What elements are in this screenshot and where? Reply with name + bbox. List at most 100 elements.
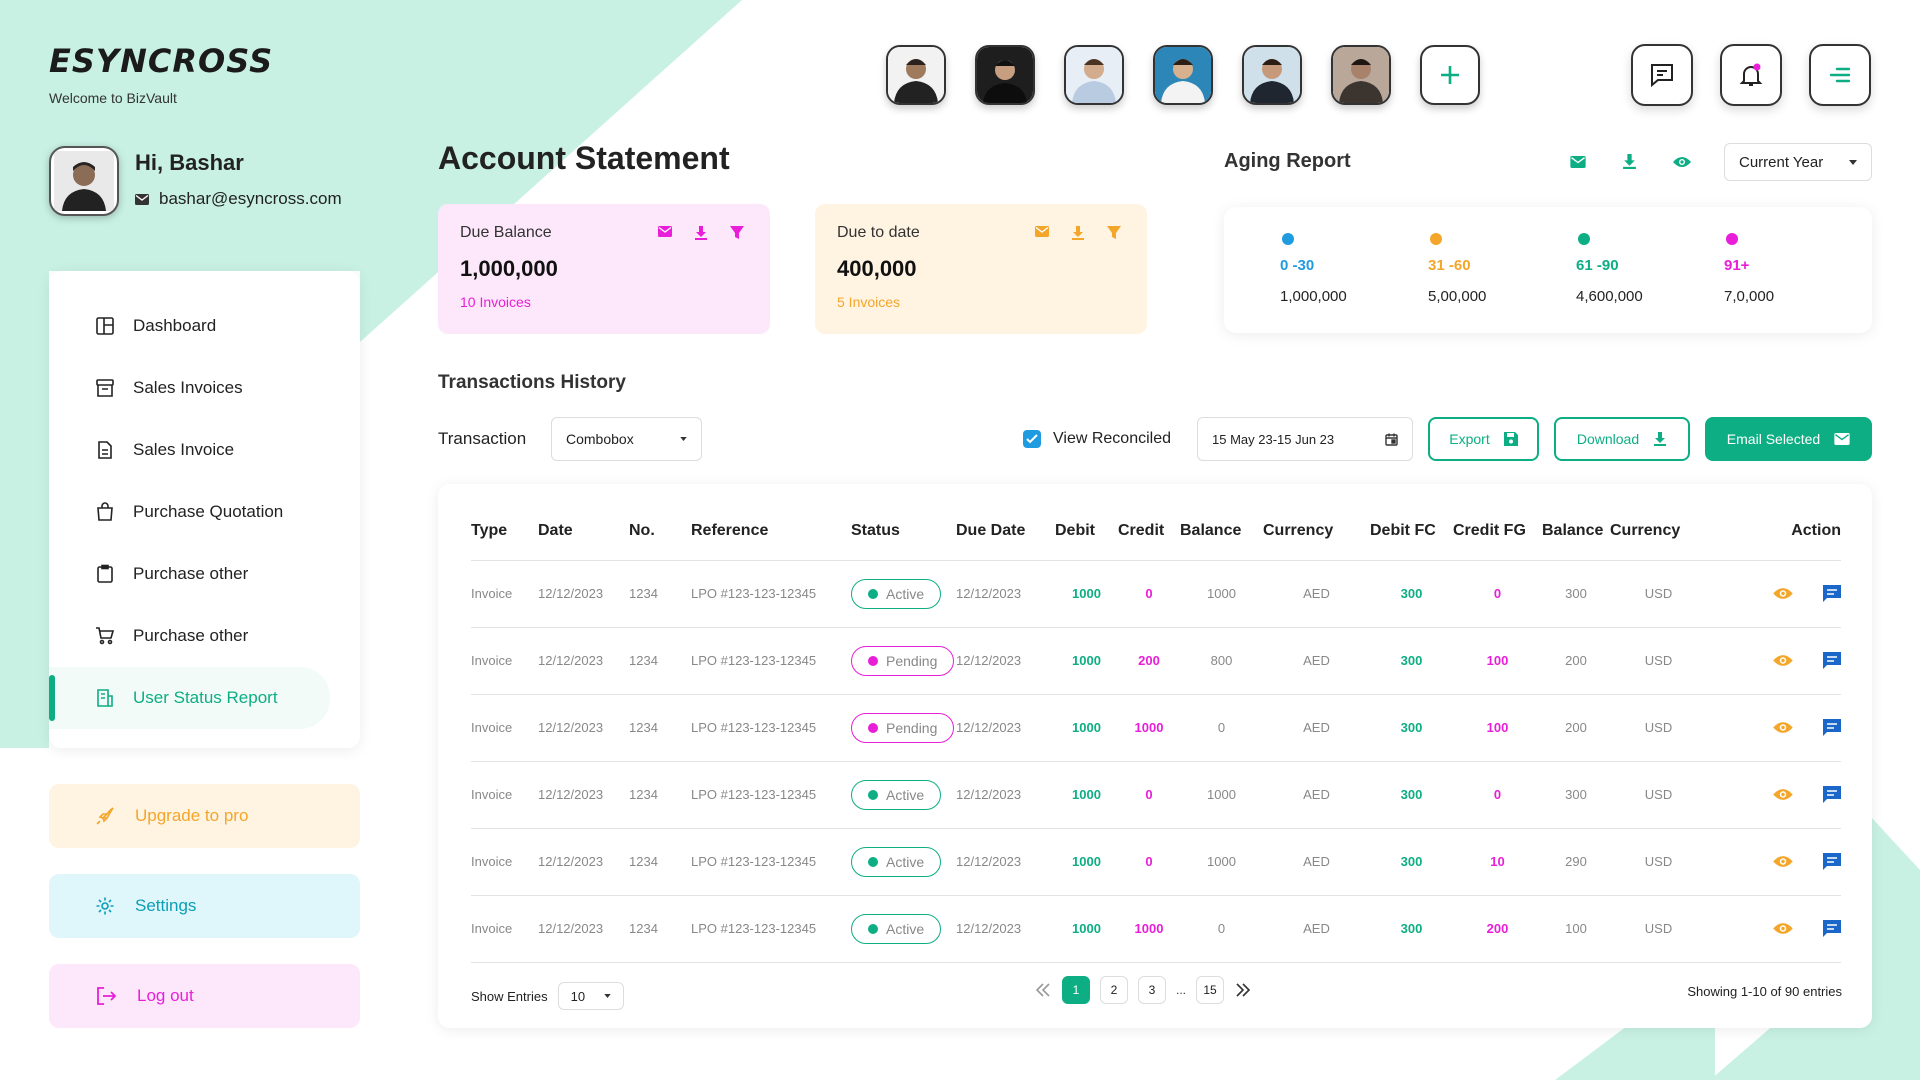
eye-icon[interactable] [1773,922,1793,935]
download-button[interactable]: Download [1554,417,1690,461]
comment-icon[interactable] [1823,852,1841,870]
credit_fc-cell: 0 [1453,560,1542,628]
mail-icon[interactable] [658,226,672,237]
view-reconciled-toggle[interactable]: View Reconciled [1023,430,1171,448]
page-15-button[interactable]: 15 [1196,976,1225,1004]
user-avatar[interactable] [49,146,119,216]
sidebar-item-sales-invoices[interactable]: Sales Invoices [49,357,360,419]
status-dot [868,588,878,599]
filter-icon[interactable] [1107,226,1121,240]
table-row[interactable]: Invoice 12/12/2023 1234 LPO #123-123-12345 A… [471,828,1841,896]
credit_fc-cell: 10 [1453,828,1542,896]
dashboard-icon [96,317,114,335]
sidebar-item-user-status-report[interactable]: User Status Report [49,667,330,729]
date-cell: 12/12/2023 [538,895,629,963]
save-icon [1503,432,1518,446]
status-text: Active [886,585,925,602]
add-member-button[interactable] [1420,45,1480,105]
checkbox-checked[interactable] [1023,430,1041,448]
transaction-combobox[interactable]: Combobox [551,417,702,461]
credit_fc-cell: 200 [1453,895,1542,963]
page-3-button[interactable]: 3 [1138,976,1166,1004]
table-row[interactable]: Invoice 12/12/2023 1234 LPO #123-123-12345 A… [471,895,1841,963]
filter-icon[interactable] [730,226,744,240]
table-row[interactable]: Invoice 12/12/2023 1234 LPO #123-123-12345 A… [471,560,1841,628]
table-row[interactable]: Invoice 12/12/2023 1234 LPO #123-123-12345 A… [471,761,1841,829]
eye-icon[interactable] [1773,721,1793,734]
team-avatar[interactable] [886,45,946,105]
cur2-cell: USD [1610,694,1707,762]
eye-icon[interactable] [1673,156,1691,168]
team-avatar[interactable] [1153,45,1213,105]
cur-cell: AED [1263,895,1370,963]
messages-button[interactable] [1631,44,1693,106]
page-1-button[interactable]: 1 [1062,976,1090,1004]
sidebar-item-purchase-other[interactable]: Purchase other [49,543,360,605]
due-to-date-count[interactable]: 5 Invoices [837,294,1125,310]
no-cell: 1234 [629,627,691,695]
sidebar-item-dashboard[interactable]: Dashboard [49,295,360,357]
credit-cell: 0 [1118,828,1180,896]
comment-icon[interactable] [1823,584,1841,602]
comment-icon[interactable] [1823,785,1841,803]
pagination: 1 2 3 ... 15 [1034,976,1252,1004]
table-row[interactable]: Invoice 12/12/2023 1234 LPO #123-123-12345 P… [471,627,1841,695]
due-balance-count[interactable]: 10 Invoices [460,294,748,310]
no-cell: 1234 [629,895,691,963]
logout-button[interactable]: Log out [49,964,360,1028]
eye-icon[interactable] [1773,788,1793,801]
team-avatar[interactable] [975,45,1035,105]
sidebar-item-purchase-quotation[interactable]: Purchase Quotation [49,481,360,543]
balance-cell: 0 [1180,694,1263,762]
eye-icon[interactable] [1773,855,1793,868]
gear-icon [96,897,114,915]
transaction-label: Transaction [438,429,527,448]
comment-icon[interactable] [1823,718,1841,736]
entries-select[interactable]: 10 [557,982,624,1010]
action-cell [1707,895,1841,963]
download-icon [1654,432,1667,446]
comment-icon[interactable] [1823,919,1841,937]
team-avatar[interactable] [1242,45,1302,105]
date-cell: 12/12/2023 [538,560,629,628]
export-button[interactable]: Export [1428,417,1539,461]
download-icon[interactable] [1622,154,1637,169]
team-avatar[interactable] [1064,45,1124,105]
no-cell: 1234 [629,761,691,829]
brand-tagline: Welcome to BizVault [49,90,177,106]
credit-cell: 200 [1118,627,1180,695]
download-icon[interactable] [694,226,708,240]
double-chevron-right-icon[interactable] [1234,982,1252,998]
period-select[interactable]: Current Year [1724,143,1872,181]
mail-icon[interactable] [1570,155,1586,168]
page-2-button[interactable]: 2 [1100,976,1128,1004]
status-text: Active [886,920,925,937]
notifications-button[interactable] [1720,44,1782,106]
comment-icon[interactable] [1823,651,1841,669]
debit_fc-cell: 300 [1370,560,1453,628]
status-cell: Pending [851,694,956,762]
eye-icon[interactable] [1773,587,1793,600]
upgrade-button[interactable]: Upgrade to pro [49,784,360,848]
download-icon[interactable] [1071,226,1085,240]
team-avatar[interactable] [1331,45,1391,105]
sidebar-item-purchase-other-2[interactable]: Purchase other [49,605,360,667]
aging-bucket: 91+ 7,0,000 [1724,233,1872,333]
settings-button[interactable]: Settings [49,874,360,938]
double-chevron-left-icon[interactable] [1034,982,1052,998]
table-row[interactable]: Invoice 12/12/2023 1234 LPO #123-123-12345 P… [471,694,1841,762]
credit_fc-cell: 0 [1453,761,1542,829]
menu-button[interactable] [1809,44,1871,106]
sidebar-item-sales-invoice[interactable]: Sales Invoice [49,419,360,481]
status-badge: Active [851,846,942,877]
ref-cell: LPO #123-123-12345 [691,895,851,963]
email-selected-button[interactable]: Email Selected [1705,417,1872,461]
type-cell: Invoice [471,895,538,963]
credit-cell: 1000 [1118,895,1180,963]
date-cell: 12/12/2023 [538,627,629,695]
menu-icon [1829,67,1851,83]
date-range-input[interactable]: 15 May 23-15 Jun 23 [1197,417,1413,461]
eye-icon[interactable] [1773,654,1793,667]
mail-icon[interactable] [1035,226,1049,237]
page-title: Account Statement [438,140,730,176]
